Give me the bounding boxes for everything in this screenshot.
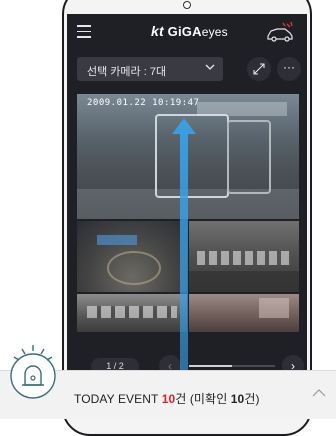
- camera-timestamp: 2009.01.22 10:19:47: [87, 98, 200, 108]
- event-total-count: 10: [161, 392, 176, 406]
- camera-select-label: 선택 카메라 : 7대: [87, 66, 167, 78]
- expand-button[interactable]: [247, 57, 271, 81]
- app-logo: kt GiGAeyes: [151, 23, 228, 39]
- hamburger-menu-icon[interactable]: [77, 25, 91, 38]
- camera-select-dropdown[interactable]: 선택 카메라 : 7대: [77, 57, 223, 81]
- more-options-button[interactable]: ···: [277, 57, 301, 81]
- siren-alarm-icon: [10, 345, 56, 399]
- phone-camera-dot: [183, 1, 191, 9]
- event-unread-count: 10: [230, 392, 245, 406]
- chevron-up-icon[interactable]: [312, 387, 326, 399]
- expand-icon: [253, 63, 265, 75]
- camera-tile-5[interactable]: [189, 294, 299, 332]
- page-slider[interactable]: [189, 365, 275, 367]
- camera-tile-4[interactable]: [77, 294, 187, 332]
- today-event-text: TODAY EVENT 10건 (미확인 10건): [74, 392, 260, 406]
- camera-tile-3[interactable]: [189, 221, 299, 292]
- car-alarm-icon[interactable]: [265, 21, 295, 43]
- chevron-down-icon: [205, 64, 215, 70]
- top-bar: kt GiGAeyes: [67, 14, 307, 52]
- camera-tile-2[interactable]: [77, 221, 187, 292]
